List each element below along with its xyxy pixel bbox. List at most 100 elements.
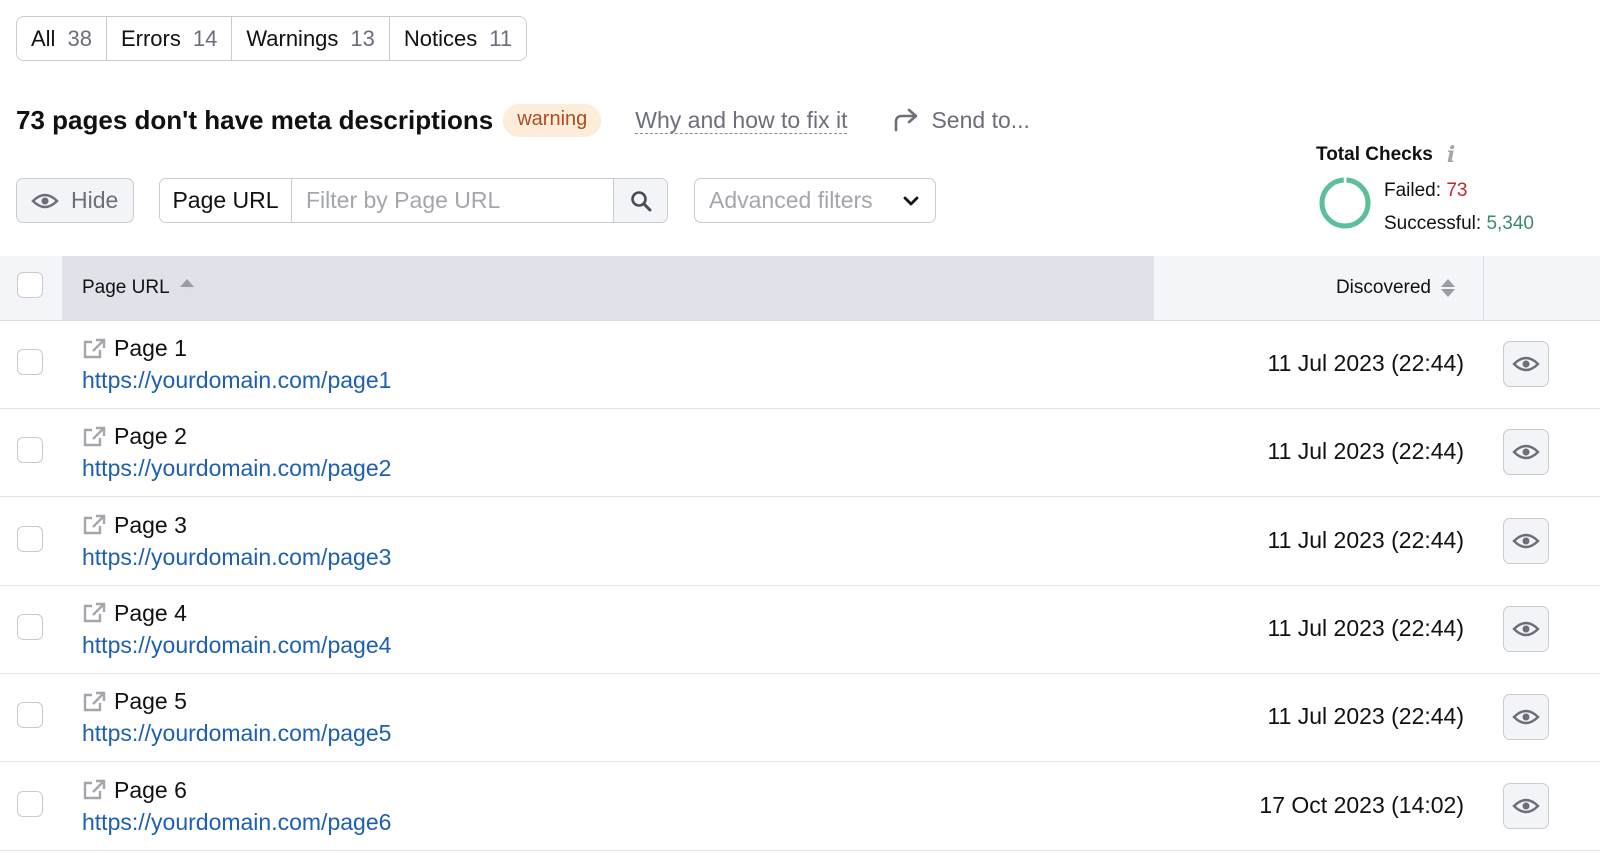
column-header-discovered[interactable]: Discovered bbox=[1154, 256, 1484, 320]
page-name-line: Page 1 bbox=[82, 335, 187, 362]
total-checks-label: Total Checks bbox=[1316, 144, 1433, 165]
table-row: Page 4 https://yourdomain.com/page4 11 J… bbox=[0, 586, 1600, 674]
view-page-button[interactable] bbox=[1503, 429, 1549, 476]
view-page-button[interactable] bbox=[1503, 605, 1549, 652]
discovered-date: 11 Jul 2023 (22:44) bbox=[1267, 526, 1465, 553]
external-link-icon[interactable] bbox=[82, 338, 106, 360]
info-icon[interactable]: i bbox=[1447, 142, 1455, 168]
eye-icon bbox=[1512, 621, 1540, 637]
select-all-checkbox[interactable] bbox=[17, 272, 43, 298]
filter-url-input[interactable] bbox=[292, 179, 613, 222]
external-link-icon[interactable] bbox=[82, 691, 106, 713]
page-url-link[interactable]: https://yourdomain.com/page2 bbox=[82, 455, 391, 482]
tab-label: Errors bbox=[120, 25, 181, 51]
tab-label: All bbox=[31, 25, 56, 51]
table-row: Page 6 https://yourdomain.com/page6 17 O… bbox=[0, 763, 1600, 851]
tab-errors[interactable]: Errors 14 bbox=[106, 17, 233, 60]
why-and-how-to-fix-link[interactable]: Why and how to fix it bbox=[635, 107, 848, 134]
row-checkbox[interactable] bbox=[17, 702, 43, 729]
url-filter-group: Page URL bbox=[159, 178, 668, 223]
hide-label: Hide bbox=[71, 187, 119, 213]
discovered-date: 11 Jul 2023 (22:44) bbox=[1267, 350, 1465, 376]
eye-icon bbox=[1512, 798, 1540, 813]
eye-icon bbox=[1512, 709, 1540, 725]
discovered-date: 11 Jul 2023 (22:44) bbox=[1267, 438, 1465, 465]
table-header: Page URL Discovered bbox=[0, 256, 1600, 321]
row-checkbox[interactable] bbox=[17, 613, 43, 640]
row-checkbox[interactable] bbox=[17, 349, 43, 375]
row-checkbox[interactable] bbox=[17, 790, 43, 817]
table-row: Page 3 https://yourdomain.com/page3 11 J… bbox=[0, 498, 1600, 586]
row-checkbox[interactable] bbox=[17, 525, 43, 552]
issue-header: 73 pages don't have meta descriptions wa… bbox=[16, 100, 1030, 140]
tab-label: Notices bbox=[403, 25, 478, 51]
eye-icon bbox=[1512, 445, 1540, 460]
column-header-page-url[interactable]: Page URL bbox=[62, 256, 1154, 320]
total-checks-widget: Total Checks i Failed: 73 Successful: 5,… bbox=[1316, 142, 1596, 234]
page-name-line: Page 3 bbox=[82, 512, 187, 539]
failed-value: 73 bbox=[1446, 180, 1468, 201]
table-row: Page 2 https://yourdomain.com/page2 11 J… bbox=[0, 409, 1600, 498]
table-row: Page 5 https://yourdomain.com/page5 11 J… bbox=[0, 674, 1600, 763]
page-url-link[interactable]: https://yourdomain.com/page6 bbox=[82, 809, 391, 836]
page-name: Page 6 bbox=[114, 776, 187, 803]
failed-line: Failed: 73 bbox=[1384, 174, 1534, 207]
view-page-button[interactable] bbox=[1503, 517, 1549, 564]
chevron-down-icon bbox=[903, 196, 919, 205]
tab-count: 13 bbox=[350, 25, 375, 51]
checks-summary: Failed: 73 Successful: 5,340 bbox=[1384, 174, 1534, 240]
external-link-icon[interactable] bbox=[82, 602, 106, 624]
search-field-label: Page URL bbox=[160, 179, 292, 222]
view-page-button[interactable] bbox=[1503, 341, 1549, 387]
page-url-link[interactable]: https://yourdomain.com/page4 bbox=[82, 632, 391, 659]
severity-badge: warning bbox=[503, 103, 602, 137]
page-name-line: Page 4 bbox=[82, 600, 187, 627]
discovered-date: 11 Jul 2023 (22:44) bbox=[1267, 614, 1465, 641]
search-icon bbox=[630, 190, 651, 211]
successful-value: 5,340 bbox=[1486, 213, 1534, 234]
advanced-filters-label: Advanced filters bbox=[709, 187, 873, 213]
send-to-label: Send to... bbox=[931, 106, 1030, 133]
row-checkbox[interactable] bbox=[17, 437, 43, 464]
column-label: Discovered bbox=[1335, 277, 1431, 298]
view-page-button[interactable] bbox=[1503, 694, 1549, 741]
search-button[interactable] bbox=[613, 179, 667, 222]
page-name-line: Page 6 bbox=[82, 777, 187, 804]
page-url-link[interactable]: https://yourdomain.com/page5 bbox=[82, 720, 391, 747]
view-page-button[interactable] bbox=[1503, 782, 1549, 829]
tab-notices[interactable]: Notices 11 bbox=[389, 17, 527, 60]
eye-icon bbox=[31, 193, 59, 208]
column-label: Page URL bbox=[82, 277, 170, 298]
total-checks-title: Total Checks i bbox=[1316, 142, 1596, 168]
page-name: Page 4 bbox=[114, 599, 187, 626]
tab-warnings[interactable]: Warnings 13 bbox=[232, 17, 390, 60]
external-link-icon[interactable] bbox=[82, 514, 106, 536]
table-row: Page 1 https://yourdomain.com/page1 11 J… bbox=[0, 321, 1600, 409]
page-name: Page 3 bbox=[114, 511, 187, 538]
advanced-filters-dropdown[interactable]: Advanced filters bbox=[694, 178, 936, 223]
external-link-icon[interactable] bbox=[82, 426, 106, 448]
issue-title: 73 pages don't have meta descriptions bbox=[16, 104, 494, 135]
share-arrow-icon bbox=[895, 108, 918, 132]
page-url-link[interactable]: https://yourdomain.com/page1 bbox=[82, 367, 391, 394]
tab-count: 38 bbox=[67, 25, 92, 51]
external-link-icon[interactable] bbox=[82, 779, 106, 801]
tab-label: Warnings bbox=[246, 25, 339, 51]
page-name-line: Page 2 bbox=[82, 423, 187, 450]
tab-all[interactable]: All 38 bbox=[17, 17, 107, 60]
tab-count: 11 bbox=[489, 25, 513, 51]
sort-icon bbox=[179, 279, 194, 297]
failed-label: Failed: bbox=[1384, 180, 1442, 201]
page-url-link[interactable]: https://yourdomain.com/page3 bbox=[82, 544, 391, 571]
successful-line: Successful: 5,340 bbox=[1384, 207, 1534, 240]
hide-button[interactable]: Hide bbox=[16, 178, 134, 223]
sort-icon bbox=[1441, 279, 1455, 297]
successful-label: Successful: bbox=[1384, 213, 1482, 234]
discovered-date: 17 Oct 2023 (14:02) bbox=[1259, 791, 1464, 818]
eye-icon bbox=[1512, 356, 1540, 372]
page-name: Page 5 bbox=[114, 688, 187, 715]
send-to-button[interactable]: Send to... bbox=[893, 106, 1030, 134]
issue-type-tabs: All 38 Errors 14 Warnings 13 Notices 11 bbox=[16, 16, 528, 61]
checks-donut-chart bbox=[1319, 177, 1371, 229]
page-name-line: Page 5 bbox=[82, 688, 187, 715]
